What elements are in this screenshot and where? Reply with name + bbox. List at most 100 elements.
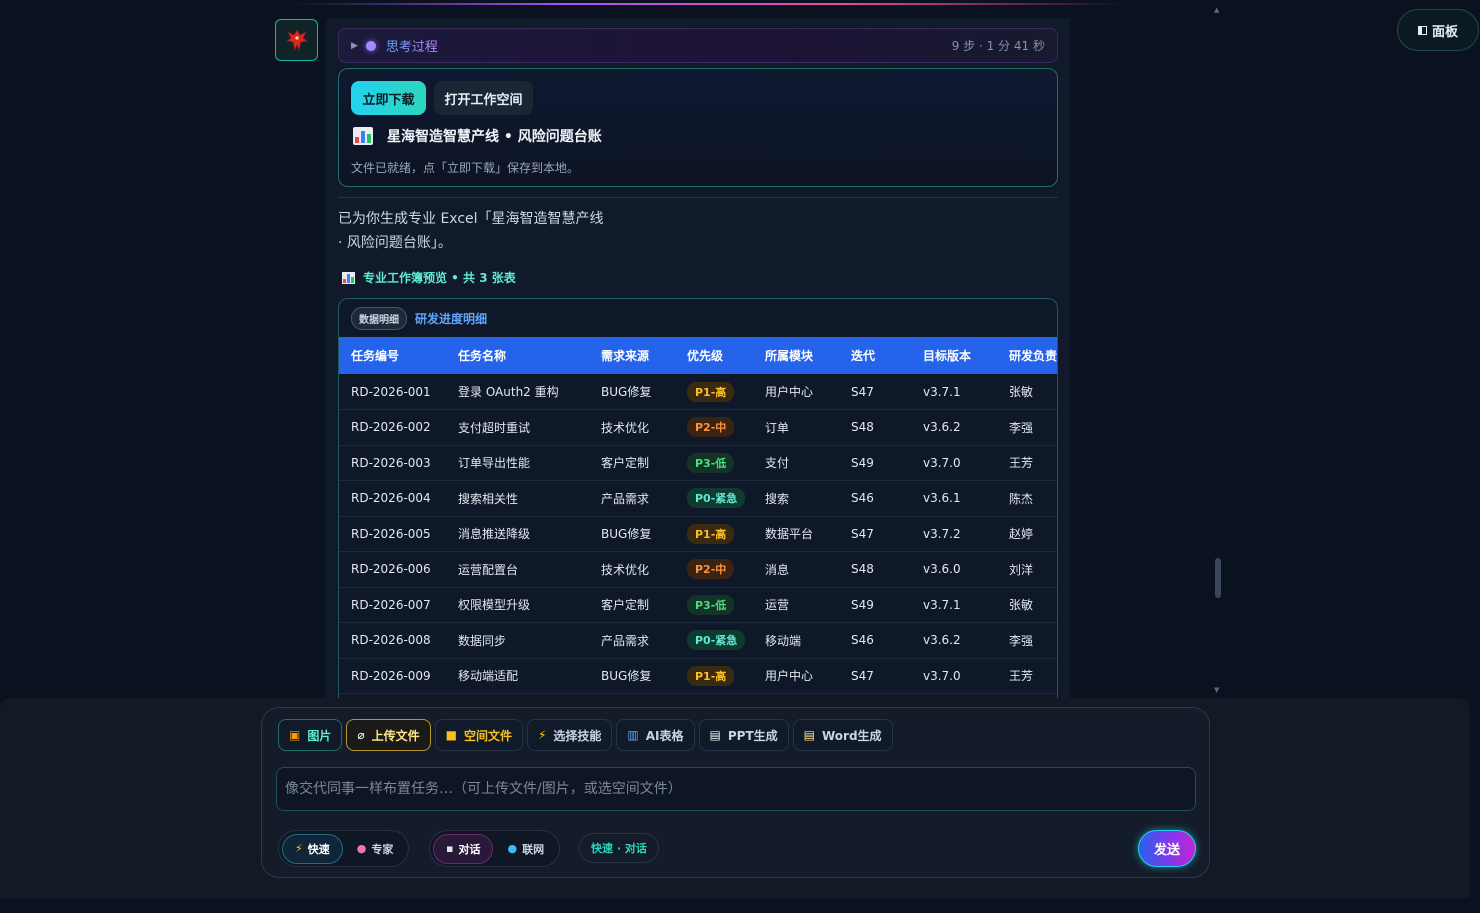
download-note: 文件已就绪，点「立即下载」保存到本地。 [351, 161, 580, 175]
chart-icon: ▥ [627, 728, 639, 742]
file-title: 星海智造智慧产线 • 风险问题台账 [387, 129, 602, 145]
version-cell: v3.6.2 [923, 633, 961, 648]
column-header[interactable]: 任务名称 [446, 337, 589, 374]
column-header[interactable]: 所属模块 [753, 337, 839, 374]
priority-badge: P3-低 [687, 594, 735, 615]
thinking-process-toggle[interactable]: ▶ 思考过程 9 步 · 1 分 41 秒 [338, 28, 1058, 63]
module-cell: 消息 [765, 562, 790, 577]
mode-chat-option[interactable]: ▪ 对话 [433, 833, 494, 864]
table-row[interactable]: RD-2026-004 搜索相关性 产品需求 P0-紧急 搜索 S46 v3.6.1 陈杰 [339, 481, 1057, 516]
column-header[interactable]: 优先级 [675, 337, 753, 374]
mode-speed-toggle: ⚡ 快速 ● 专家 [278, 830, 410, 867]
table-row[interactable]: RD-2026-009 移动端适配 BUG修复 P1-高 用户中心 S47 v3.7.0 王芳 [339, 658, 1057, 694]
task-id-cell: RD-2026-005 [351, 526, 431, 541]
mode-status-badge: 快速 · 对话 [579, 833, 659, 863]
priority-badge: P1-高 [687, 523, 735, 544]
column-header[interactable]: 迭代 [839, 337, 911, 374]
source-cell: 客户定制 [601, 598, 650, 613]
mode-chat-toggle: ▪ 对话 ● 联网 [429, 830, 561, 867]
task-id-cell: RD-2026-003 [351, 455, 431, 470]
send-button[interactable]: 发送 [1138, 830, 1196, 867]
table-row[interactable]: RD-2026-008 数据同步 产品需求 P0-紧急 移动端 S46 v3.6.2 李强 [339, 623, 1057, 658]
table-row[interactable]: RD-2026-002 支付超时重试 技术优化 P2-中 订单 S48 v3.6.2 李强 [339, 410, 1057, 446]
tool-chip-label: AI表格 [645, 728, 684, 743]
scrollbar-thumb[interactable] [1215, 558, 1221, 598]
tool-chip-chart[interactable]: ▥ AI表格 [616, 719, 695, 751]
tool-chips: ▣ 图片 ⌀ 上传文件 ■ 空间文件 ⚡ 选择技能 ▥ AI表格 ▤ PPT生成 ▤ Word生成 [278, 719, 893, 751]
tool-chip-image[interactable]: ▣ 图片 [278, 719, 343, 751]
mode-web-option[interactable]: ● 联网 [495, 834, 556, 864]
priority-cell: P3-低 [675, 587, 753, 623]
sheet-name[interactable]: 研发进度明细 [415, 310, 487, 327]
source-cell: 技术优化 [601, 562, 650, 577]
task-id-cell: RD-2026-007 [351, 597, 431, 612]
thinking-label: 思考过程 [386, 36, 438, 55]
column-header[interactable]: 需求来源 [589, 337, 675, 374]
owner-cell: 张敏 [1009, 385, 1034, 399]
version-cell: v3.7.0 [923, 668, 961, 683]
panel-toggle-button[interactable]: 面板 [1397, 9, 1479, 51]
column-header[interactable]: 目标版本 [911, 337, 997, 374]
iteration-cell: S46 [851, 633, 874, 648]
priority-badge: P0-紧急 [687, 488, 746, 509]
priority-cell: P2-中 [675, 410, 753, 446]
owner-cell: 王芳 [1009, 669, 1034, 684]
module-cell: 搜索 [765, 491, 790, 506]
tool-chip-lightning[interactable]: ⚡ 选择技能 [526, 719, 613, 751]
owner-cell: 赵婷 [1009, 527, 1034, 542]
task-name-cell: 消息推送降级 [458, 527, 531, 542]
memo-icon: ▤ [803, 728, 815, 742]
sheet-header: 数据明细 研发进度明细 [339, 299, 1057, 337]
iteration-cell: S49 [851, 597, 874, 612]
priority-cell: P1-高 [675, 658, 753, 694]
tool-chip-memo[interactable]: ▤ Word生成 [792, 719, 893, 751]
brain-icon: ● [356, 842, 367, 855]
owner-cell: 陈杰 [1009, 491, 1034, 506]
download-card: 立即下载 打开工作空间 星海智造智慧产线 • 风险问题台账 文件已就绪，点「立即… [338, 68, 1058, 187]
iteration-cell: S47 [851, 668, 874, 683]
lightning-icon: ⚡ [537, 728, 547, 742]
scroll-up-arrow[interactable]: ▲ [1214, 6, 1222, 14]
workbook-preview-title: 专业工作簿预览 • 共 3 张表 [363, 271, 516, 285]
document-icon: ▤ [709, 728, 721, 742]
task-id-cell: RD-2026-004 [351, 491, 431, 506]
tool-chip-label: 图片 [307, 728, 332, 743]
mode-fast-option[interactable]: ⚡ 快速 [282, 833, 343, 864]
message-line-1: 已为你生成专业 Excel「星海智造智慧产线 [338, 211, 604, 227]
table-row[interactable]: RD-2026-003 订单导出性能 客户定制 P3-低 支付 S49 v3.7.0 王芳 [339, 445, 1057, 481]
table-row[interactable]: RD-2026-006 运营配置台 技术优化 P2-中 消息 S48 v3.6.0 刘洋 [339, 552, 1057, 588]
bar-chart-icon [353, 127, 373, 145]
priority-badge: P1-高 [687, 665, 735, 686]
source-cell: 客户定制 [601, 456, 650, 471]
mode-expert-option[interactable]: ● 专家 [345, 834, 406, 864]
mode-web-label: 联网 [522, 842, 545, 856]
priority-badge: P3-低 [687, 452, 735, 473]
priority-badge: P0-紧急 [687, 630, 746, 651]
download-now-button[interactable]: 立即下载 [351, 81, 426, 115]
column-header[interactable]: 研发负责 [997, 337, 1057, 374]
task-id-cell: RD-2026-008 [351, 633, 431, 648]
task-id-cell: RD-2026-009 [351, 668, 431, 683]
column-header[interactable]: 任务编号 [339, 337, 446, 374]
table-row[interactable]: RD-2026-007 权限模型升级 客户定制 P3-低 运营 S49 v3.7.1 张敏 [339, 587, 1057, 623]
task-input-wrapper[interactable] [276, 767, 1196, 811]
sidebar-panel-icon [1417, 25, 1427, 35]
iteration-cell: S47 [851, 384, 874, 399]
priority-badge: P2-中 [687, 559, 735, 580]
source-cell: 产品需求 [601, 491, 650, 506]
source-cell: 技术优化 [601, 420, 650, 435]
module-cell: 数据平台 [765, 527, 814, 542]
sheet-type-badge: 数据明细 [351, 306, 407, 330]
priority-cell: P2-中 [675, 552, 753, 588]
version-cell: v3.7.1 [923, 384, 961, 399]
owner-cell: 张敏 [1009, 598, 1034, 613]
scroll-down-arrow[interactable]: ▼ [1214, 686, 1222, 694]
table-row[interactable]: RD-2026-001 登录 OAuth2 重构 BUG修复 P1-高 用户中心 S47 v… [339, 374, 1057, 410]
table-row[interactable]: RD-2026-005 消息推送降级 BUG修复 P1-高 数据平台 S47 v3.7.2 赵… [339, 516, 1057, 552]
tool-chip-folder[interactable]: ■ 空间文件 [434, 719, 523, 751]
tool-chip-document[interactable]: ▤ PPT生成 [698, 719, 789, 751]
task-input[interactable] [285, 781, 1195, 797]
open-workspace-button[interactable]: 打开工作空间 [434, 81, 533, 115]
tool-chip-paperclip[interactable]: ⌀ 上传文件 [346, 719, 431, 751]
owner-cell: 王芳 [1009, 456, 1034, 471]
